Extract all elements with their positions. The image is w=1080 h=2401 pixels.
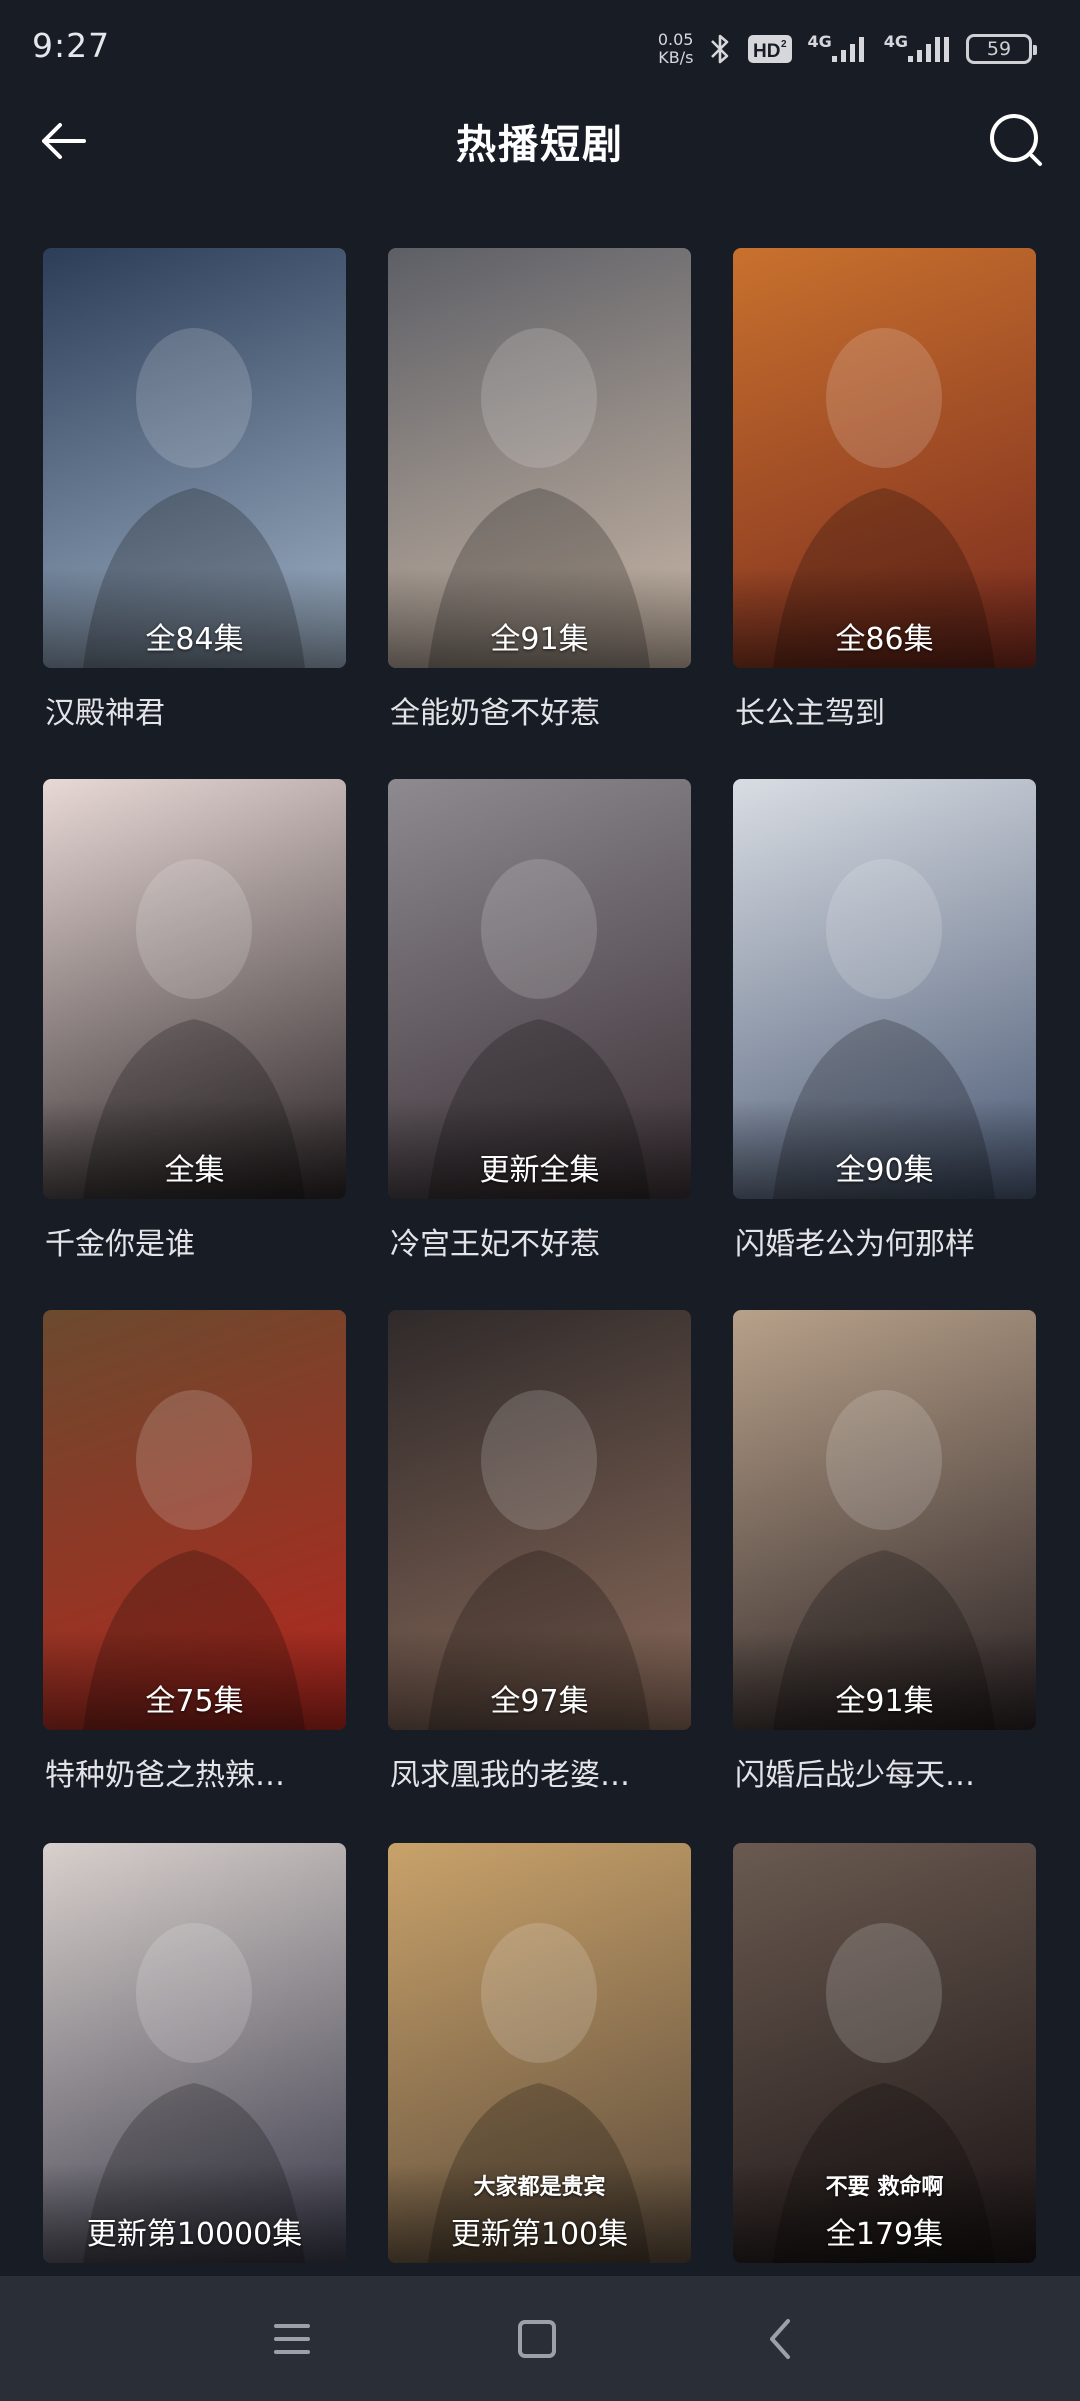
svg-text:2: 2 (781, 39, 787, 50)
sim1-network-label: 4G (807, 31, 832, 51)
drama-poster[interactable]: 全75集 (43, 1310, 346, 1730)
hd-label: HD (753, 41, 780, 62)
drama-poster[interactable]: 全91集 (388, 248, 691, 668)
back-chevron-icon[interactable] (752, 2312, 812, 2366)
episode-count-label: 全179集 (825, 2217, 944, 2252)
network-speed: 0.05 KB/s (658, 31, 694, 67)
network-speed-unit: KB/s (658, 48, 694, 67)
drama-poster[interactable]: 更新第10000集 (43, 1843, 346, 2263)
drama-poster[interactable]: 全集 (43, 779, 346, 1199)
status-bar: 9:27 0.05 KB/s HD 2 4G 4G 59 (0, 0, 1080, 96)
drama-title[interactable]: 闪婚老公为何那样 (735, 1219, 1038, 1263)
drama-title[interactable]: 冷宫王妃不好惹 (390, 1219, 693, 1263)
episode-count-label: 更新第100集 (450, 2217, 629, 2252)
drama-poster[interactable]: 全90集 (733, 779, 1036, 1199)
app-bar: 热播短剧 (0, 100, 1080, 180)
episode-count-label: 全91集 (490, 622, 589, 657)
drama-poster[interactable]: 全97集 (388, 1310, 691, 1730)
episode-count-label: 全97集 (490, 1684, 589, 1719)
episode-count-label: 全90集 (835, 1153, 934, 1188)
episode-count-label: 更新第10000集 (86, 2217, 303, 2252)
drama-poster[interactable]: 不要 救命啊全179集 (733, 1843, 1036, 2263)
network-speed-value: 0.05 (657, 30, 694, 49)
menu-icon[interactable] (262, 2312, 322, 2366)
poster-caption: 大家都是贵宾 (473, 2175, 606, 2200)
episode-count-label: 全86集 (835, 622, 934, 657)
battery-level: 59 (986, 38, 1012, 60)
battery-indicator: 59 (966, 34, 1037, 64)
hd-icon: HD 2 (748, 35, 793, 63)
sim2-network-label: 4G (883, 31, 908, 51)
system-navigation-bar (0, 2276, 1080, 2401)
poster-caption: 不要 救命啊 (825, 2175, 944, 2200)
drama-title[interactable]: 汉殿神君 (45, 688, 348, 732)
drama-poster[interactable]: 全84集 (43, 248, 346, 668)
episode-count-label: 全75集 (145, 1684, 244, 1719)
drama-title[interactable]: 长公主驾到 (735, 688, 1038, 732)
drama-poster[interactable]: 更新全集 (388, 779, 691, 1199)
bluetooth-icon (711, 34, 729, 64)
drama-title[interactable]: 凤求凰我的老婆… (390, 1750, 693, 1794)
drama-title[interactable]: 千金你是谁 (45, 1219, 348, 1263)
signal-bars-icon (908, 37, 949, 62)
signal-sim2: 4G (884, 32, 952, 67)
episode-count-label: 全集 (164, 1153, 225, 1188)
page-title: 热播短剧 (456, 122, 624, 168)
drama-title[interactable]: 全能奶爸不好惹 (390, 688, 693, 732)
search-icon[interactable] (986, 110, 1048, 172)
home-square-icon[interactable] (507, 2312, 567, 2366)
episode-count-label: 全91集 (835, 1684, 934, 1719)
episode-count-label: 全84集 (145, 622, 244, 657)
signal-bars-icon (831, 37, 864, 62)
drama-poster[interactable]: 全91集 (733, 1310, 1036, 1730)
episode-count-label: 更新全集 (479, 1153, 600, 1188)
drama-poster[interactable]: 全86集 (733, 248, 1036, 668)
drama-title[interactable]: 特种奶爸之热辣… (45, 1750, 348, 1794)
drama-title[interactable]: 闪婚后战少每天… (735, 1750, 1038, 1794)
drama-poster[interactable]: 大家都是贵宾更新第100集 (388, 1843, 691, 2263)
status-time: 9:27 (32, 26, 111, 65)
status-icons: 0.05 KB/s HD 2 4G 4G 59 (658, 24, 1037, 74)
signal-sim1: 4G (807, 32, 869, 67)
